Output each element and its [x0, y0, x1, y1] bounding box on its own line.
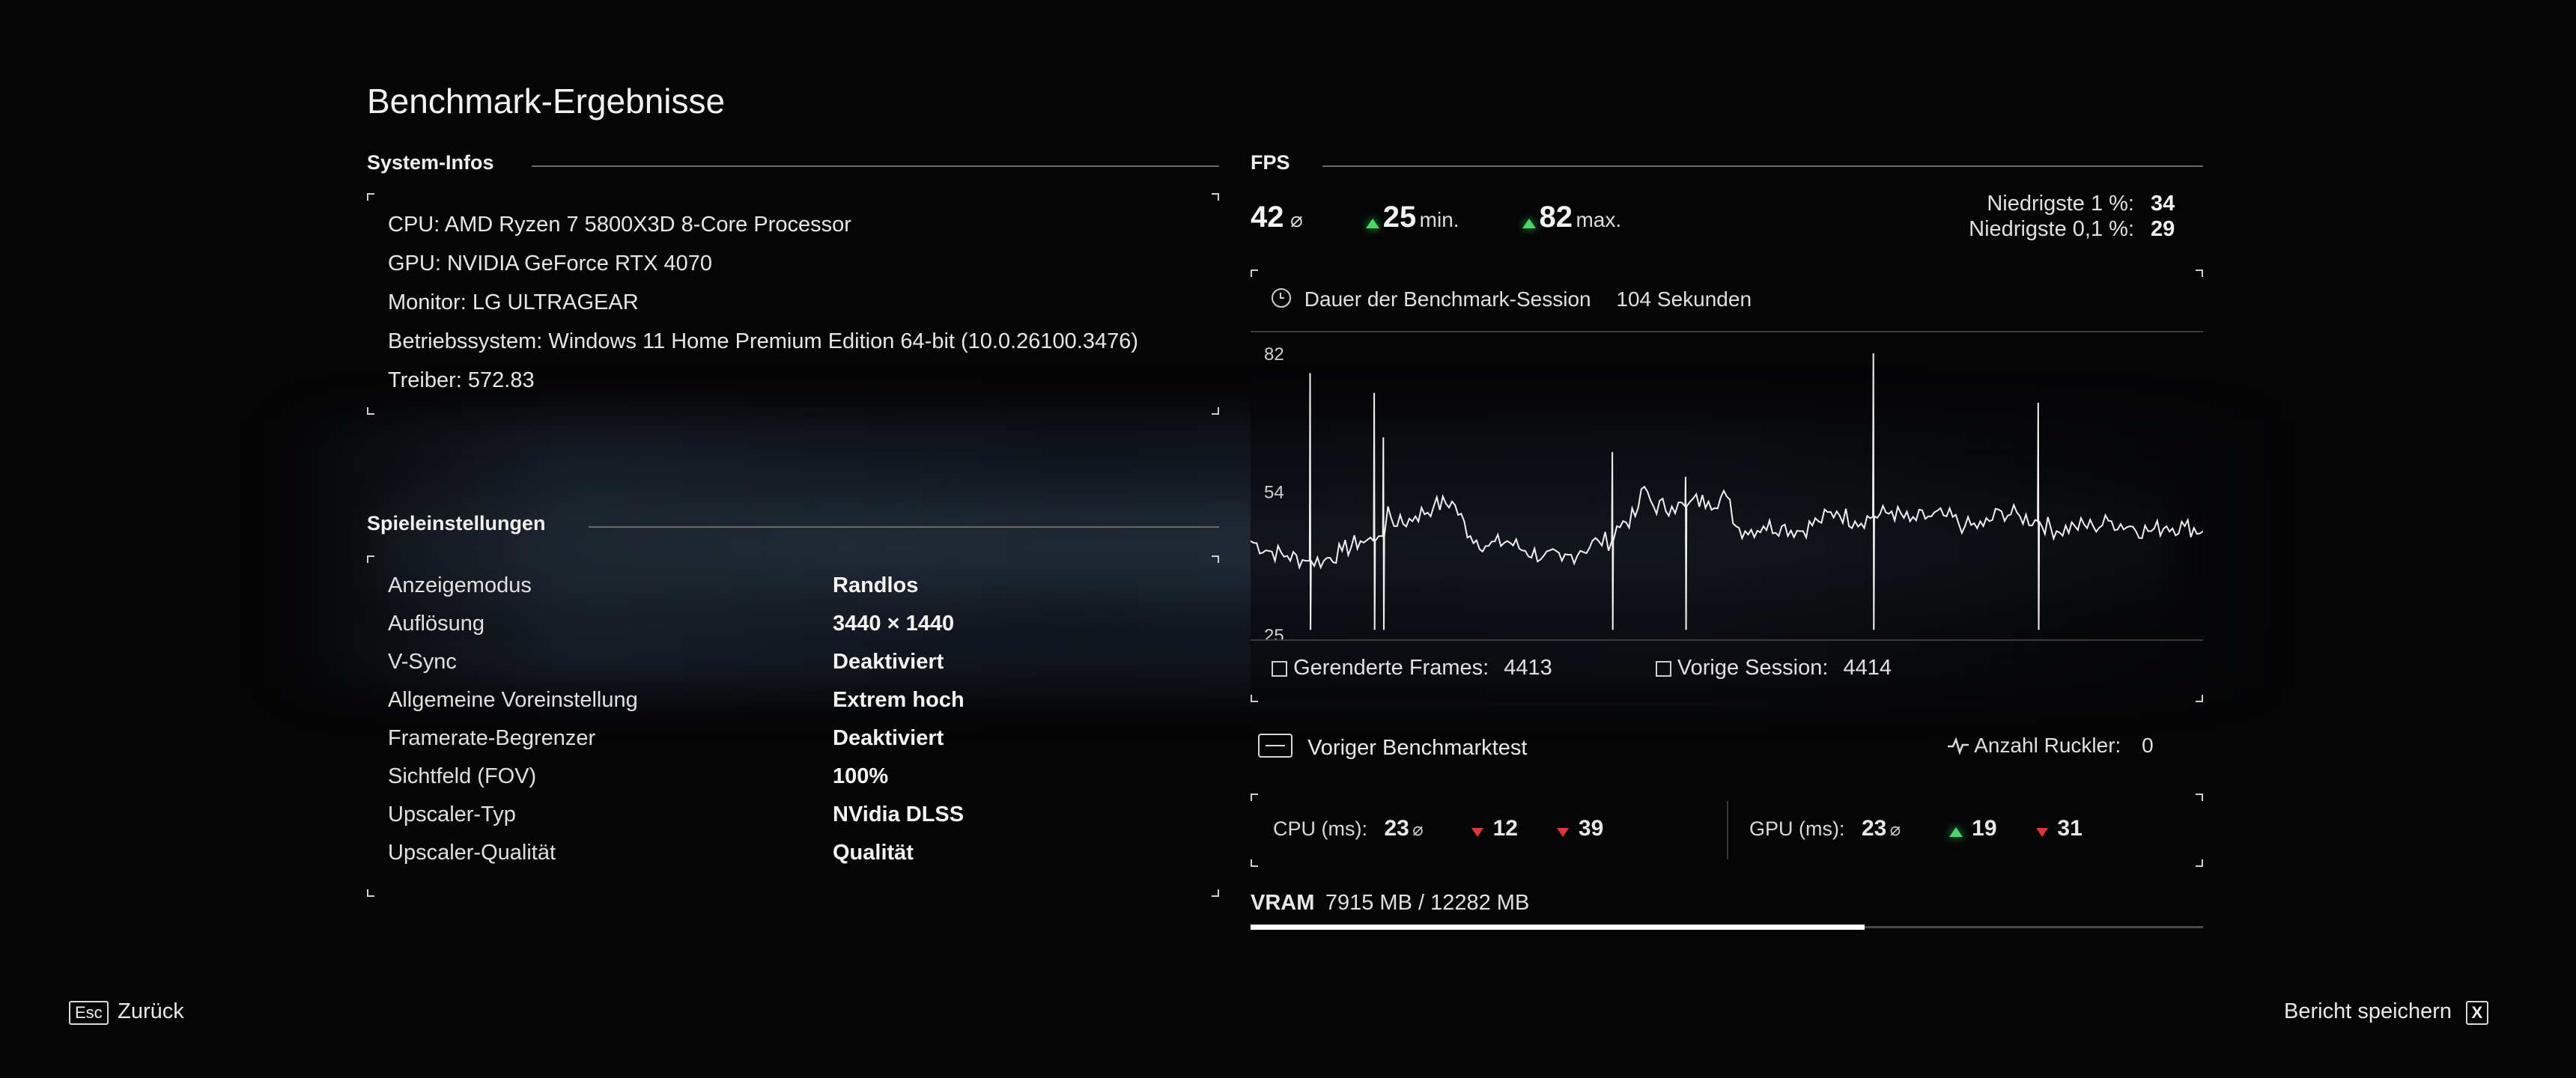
previous-session-value: 4414 [1843, 656, 1892, 680]
section-divider [532, 165, 1219, 167]
save-report-button[interactable]: Bericht speichern X [2284, 999, 2489, 1025]
cpu-value-a: 12 [1492, 816, 1518, 841]
gpu-label: GPU (ms): [1749, 817, 1845, 840]
back-label: Zurück [118, 999, 184, 1023]
setting-label: Anzeigemodus [388, 573, 532, 597]
x-key-icon: X [2465, 1001, 2489, 1025]
system-info-panel: CPU: AMD Ryzen 7 5800X3D 8-Core Processo… [367, 193, 1219, 415]
setting-label: Sichtfeld (FOV) [388, 764, 537, 788]
system-cpu: CPU: AMD Ryzen 7 5800X3D 8-Core Processo… [388, 213, 851, 237]
fps-avg-value: 42 [1251, 201, 1284, 234]
system-driver: Treiber: 572.83 [388, 368, 535, 392]
low1-value: 34 [2151, 192, 2175, 216]
low1-label: Niedrigste 1 %: [1987, 192, 2134, 216]
session-duration-label: Dauer der Benchmark-Session [1304, 287, 1591, 311]
setting-label: Upscaler-Typ [388, 803, 516, 826]
vram-bar-track [1251, 925, 2203, 930]
pulse-icon [1948, 737, 1969, 755]
y-tick-label: 54 [1264, 483, 1284, 503]
clock-icon [1272, 288, 1291, 308]
session-duration-value: 104 Sekunden [1616, 287, 1752, 311]
previous-benchmark-label: Voriger Benchmarktest [1307, 736, 1528, 760]
arrow-down-icon [1471, 827, 1484, 837]
vram-row: VRAM 7915 MB / 12282 MB [1251, 891, 1529, 916]
setting-value: 3440 × 1440 [833, 612, 955, 636]
avg-symbol: ⌀ [1889, 820, 1901, 840]
y-tick-label: 82 [1264, 344, 1284, 365]
fps-series-line [1251, 353, 2203, 630]
low01-value: 29 [2151, 217, 2175, 241]
chart-bottom-line [1251, 639, 2203, 641]
vram-bar-fill [1251, 925, 1865, 930]
vram-value: 7915 MB / 12282 MB [1325, 891, 1530, 915]
panel-divider [1727, 801, 1728, 859]
save-report-label: Bericht speichern [2284, 999, 2452, 1023]
setting-value: Qualität [833, 841, 914, 865]
cpu-avg: 23 [1384, 816, 1409, 841]
low01-label: Niedrigste 0,1 %: [1969, 217, 2134, 241]
section-divider [1322, 165, 2203, 167]
fps-min-label: min. [1419, 208, 1459, 231]
setting-label: Auflösung [388, 612, 484, 636]
cpu-frame-time: CPU (ms): 23 ⌀ 12 39 [1273, 816, 1603, 841]
arrow-down-icon [2035, 827, 2048, 837]
gpu-frame-time: GPU (ms): 23 ⌀ 19 31 [1749, 816, 2083, 841]
setting-label: V-Sync [388, 650, 457, 674]
rendered-frames-label: Gerenderte Frames: [1293, 656, 1489, 680]
previous-session-label: Vorige Session: [1677, 656, 1829, 680]
game-settings-panel: Anzeigemodus Randlos Auflösung 3440 × 14… [367, 555, 1219, 897]
frames-row: Gerenderte Frames: 4413 Vorige Session: … [1272, 656, 1892, 680]
fps-max-value: 82 [1539, 201, 1573, 234]
system-monitor: Monitor: LG ULTRAGEAR [388, 290, 639, 314]
checkbox-icon [1655, 660, 1671, 677]
setting-label: Upscaler-Qualität [388, 841, 556, 865]
rendered-frames-value: 4413 [1504, 656, 1552, 680]
previous-benchmark-button[interactable]: Voriger Benchmarktest [1258, 734, 1527, 761]
gpu-value-b: 31 [2057, 816, 2083, 841]
stutter-count: Anzahl Ruckler: 0 [1947, 734, 2154, 758]
fps-max-label: max. [1576, 208, 1622, 231]
page-title: Benchmark-Ergebnisse [367, 82, 726, 121]
frame-time-panel: CPU (ms): 23 ⌀ 12 39 GPU (ms): 23 ⌀ 19 3… [1251, 794, 2203, 867]
arrow-up-icon [1948, 827, 1963, 838]
stutter-value: 0 [2142, 734, 2154, 757]
cpu-label: CPU (ms): [1273, 817, 1367, 840]
fps-line-chart: 82 54 25 [1251, 344, 2203, 639]
arrow-down-icon [1557, 827, 1570, 837]
avg-symbol: ⌀ [1412, 820, 1424, 840]
setting-value: Extrem hoch [833, 688, 965, 712]
game-settings-heading: Spieleinstellungen [367, 512, 546, 535]
fps-stats: 42 ⌀ 25 min. 82 max. [1251, 201, 1621, 234]
setting-value: 100% [833, 764, 889, 788]
arrow-up-icon [1522, 219, 1537, 229]
system-gpu: GPU: NVIDIA GeForce RTX 4070 [388, 252, 713, 275]
gpu-avg: 23 [1861, 816, 1887, 841]
setting-value: Deaktiviert [833, 726, 944, 750]
vram-label: VRAM [1251, 891, 1315, 915]
stutter-label: Anzahl Ruckler: [1974, 734, 2121, 757]
setting-value: Deaktiviert [833, 650, 944, 674]
gpu-value-a: 19 [1972, 816, 1997, 841]
setting-value: NVidia DLSS [833, 803, 965, 826]
system-os: Betriebssystem: Windows 11 Home Premium … [388, 329, 1139, 353]
setting-value: Randlos [833, 573, 919, 597]
checkbox-icon [1272, 660, 1287, 677]
section-divider [589, 526, 1219, 528]
arrow-up-icon [1366, 219, 1380, 229]
fps-min-value: 25 [1382, 201, 1417, 234]
system-info-heading: System-Infos [367, 151, 494, 174]
fps-chart-panel: Dauer der Benchmark-Session 104 Sekunden… [1251, 270, 2203, 702]
y-tick-label: 25 [1264, 626, 1284, 639]
esc-key-icon: Esc [69, 1001, 109, 1025]
setting-label: Allgemeine Voreinstellung [388, 688, 638, 712]
keyboard-key-icon [1258, 734, 1292, 758]
back-button[interactable]: Esc Zurück [69, 999, 184, 1025]
setting-label: Framerate-Begrenzer [388, 726, 596, 750]
avg-symbol: ⌀ [1289, 208, 1303, 231]
fps-heading: FPS [1251, 151, 1290, 174]
cpu-value-b: 39 [1578, 816, 1604, 841]
session-duration-row: Dauer der Benchmark-Session 104 Sekunden [1272, 287, 1752, 311]
